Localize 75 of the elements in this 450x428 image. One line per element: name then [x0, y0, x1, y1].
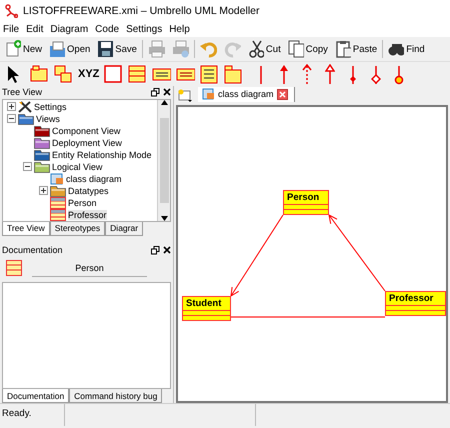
tree-item[interactable]: Datatypes [68, 186, 109, 196]
toolbar-button[interactable]: Open [47, 40, 92, 58]
relation-arrow-icon[interactable] [394, 64, 404, 84]
menu-item[interactable]: File [3, 24, 20, 34]
package-icon[interactable] [224, 64, 244, 84]
folder-icon [49, 40, 66, 58]
tree-item[interactable]: class diagram [66, 174, 122, 184]
relation-arrow-icon[interactable] [371, 64, 382, 84]
square-icon[interactable] [104, 64, 124, 84]
menu-item[interactable]: Help [169, 24, 190, 34]
app-icon [4, 4, 18, 18]
collapse-icon[interactable] [7, 114, 16, 124]
list-box-icon[interactable] [200, 64, 220, 84]
float-icon[interactable] [151, 88, 160, 97]
toolbar-button[interactable]: Save [95, 40, 139, 58]
relation-arrow-icon[interactable] [325, 64, 336, 84]
toolbar-button[interactable]: Find [386, 40, 427, 58]
tree-item[interactable]: Component View [52, 126, 120, 136]
new-document-icon [5, 40, 21, 58]
documentation-field[interactable] [2, 282, 171, 390]
text-tool-button[interactable]: XYZ [78, 68, 100, 80]
close-icon[interactable] [163, 246, 171, 254]
toolbar-button[interactable]: Cut [246, 40, 283, 58]
panel-tab[interactable]: Tree View [2, 222, 50, 236]
panel-title: Documentation [2, 245, 63, 256]
tree-item[interactable]: Entity Relationship Mode [52, 150, 152, 160]
expand-icon[interactable] [39, 186, 48, 196]
scrollbar-thumb[interactable] [160, 118, 168, 203]
menu-item[interactable]: Edit [26, 24, 44, 34]
relation-arrow-icon[interactable] [302, 64, 312, 84]
panel-tab[interactable]: Command history bug [69, 389, 162, 403]
float-icon[interactable] [151, 246, 160, 255]
panel-title: Tree View [2, 87, 42, 98]
toolbar-button[interactable]: New [3, 40, 44, 58]
copy-icon [288, 40, 304, 58]
clipboard-icon [334, 40, 351, 58]
tagged-box-icon[interactable] [30, 64, 49, 84]
scroll-down-icon[interactable] [160, 216, 168, 221]
toolbar-button[interactable]: Paste [332, 40, 380, 58]
class-box-icon[interactable] [128, 64, 148, 84]
expand-icon[interactable] [7, 102, 16, 112]
class-box[interactable]: Student [182, 296, 231, 321]
menu-item[interactable]: Diagram [50, 24, 88, 34]
class-icon [6, 260, 22, 276]
save-icon [97, 40, 114, 58]
diagram-icon [202, 88, 215, 100]
panel-tab[interactable]: Stereotypes [50, 222, 106, 236]
menu-item[interactable]: Code [95, 24, 120, 34]
collapse-icon[interactable] [23, 162, 32, 172]
class-icon [50, 196, 66, 209]
tree-item[interactable]: Settings [34, 102, 67, 112]
tree-item[interactable]: Logical View [52, 162, 102, 172]
class-box[interactable]: Professor [385, 290, 446, 316]
relation-arrow-icon[interactable] [279, 64, 290, 84]
tree-item[interactable]: Professor [68, 210, 107, 220]
window-title: LISTOFFREEWARE.xmi – Umbrello UML Modeller [23, 4, 260, 16]
close-icon[interactable] [163, 88, 171, 96]
class-icon [50, 208, 66, 221]
class-box[interactable]: Person [283, 190, 329, 215]
tree-item[interactable]: Deployment View [52, 138, 122, 148]
scissors-icon [248, 40, 264, 58]
tree-item[interactable]: Person [68, 198, 97, 208]
stacked-boxes-icon[interactable] [54, 64, 73, 84]
new-tab-icon[interactable] [178, 88, 192, 102]
toolbar-button[interactable]: Copy [286, 40, 330, 58]
tools-icon [18, 100, 32, 113]
name-field[interactable]: Person [32, 260, 147, 277]
panel-tab[interactable]: Diagrar [105, 222, 144, 236]
menu-item[interactable]: Settings [126, 24, 162, 34]
panel-tab[interactable]: Documentation [2, 389, 70, 403]
diagram-tab[interactable]: class diagram [198, 86, 295, 102]
status-text: Ready. [0, 404, 65, 426]
diagram-icon [50, 172, 64, 185]
relation-arrow-icon[interactable] [348, 64, 358, 84]
tree-item[interactable]: Views [36, 114, 60, 124]
